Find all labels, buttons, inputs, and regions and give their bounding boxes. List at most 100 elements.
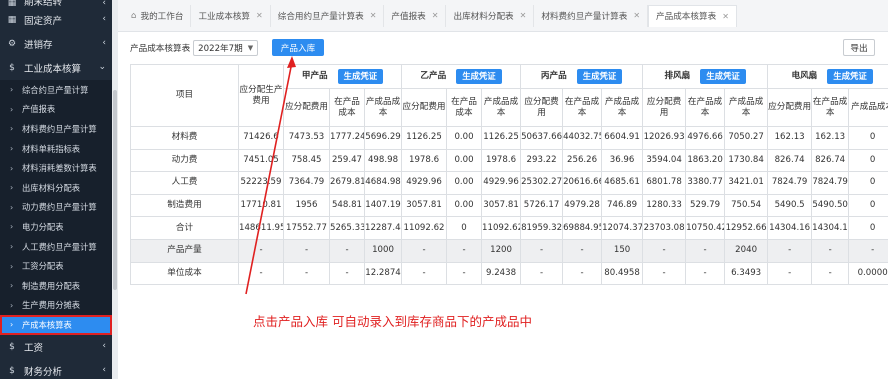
value-cell: 1777.24 <box>329 126 365 150</box>
value-cell: 0 <box>848 126 888 150</box>
close-icon[interactable]: ✕ <box>432 11 439 20</box>
value-cell: - <box>329 261 365 286</box>
sidebar-sub-item[interactable]: › 综合约旦产量计算 <box>0 80 112 100</box>
chevron-right-icon: › <box>10 183 14 193</box>
tab-combined-output[interactable]: 综合用约旦产量计算表 ✕ <box>271 4 385 27</box>
close-icon[interactable]: ✕ <box>370 11 377 20</box>
generate-voucher-button[interactable]: 生成凭证 <box>456 69 502 84</box>
sidebar-item-label: 固定资产 <box>24 16 63 27</box>
value-cell: 1978.6 <box>481 148 522 173</box>
item-header: 项目 <box>130 64 239 127</box>
sidebar-sub-item[interactable]: › 制造费用分配表 <box>0 275 112 296</box>
sub-header: 应分配费用 <box>283 88 330 127</box>
sidebar-item-inventory[interactable]: ⚙ 进销存 ‹ <box>0 32 112 56</box>
chevron-left-icon: ‹ <box>102 364 106 375</box>
sidebar-sub-item[interactable]: › 动力费约旦产量计算 <box>0 197 112 218</box>
close-icon[interactable]: ✕ <box>520 11 527 20</box>
value-cell: 6604.91 <box>601 126 644 150</box>
sidebar-item-label: 财务分析 <box>24 366 63 378</box>
sidebar-sub-item[interactable]: › 材料费约旦产量计算 <box>0 119 112 139</box>
group-header: 乙产品 生成凭证 <box>401 64 522 89</box>
table-row: 单位成本 - - -12.2874- -9.2438- -80.4958- -6.3493-… <box>130 261 888 286</box>
close-icon[interactable]: ✕ <box>256 11 263 20</box>
value-cell: 7050.27 <box>724 126 769 150</box>
generate-voucher-button[interactable]: 生成凭证 <box>576 69 623 84</box>
group-name: 丙产品 <box>540 71 567 81</box>
tab-material-output[interactable]: 材料费约旦产量计算表 ✕ <box>534 4 649 27</box>
alloc-cell: - <box>238 238 284 263</box>
value-cell: 23703.08 <box>642 216 687 240</box>
tab-workbench[interactable]: ⌂ 我的工作台 <box>124 4 192 27</box>
sidebar-item-fixed-assets[interactable]: ▦ 固定资产 ‹ <box>0 8 112 32</box>
cost-table-wrapper: 项目 应分配生产费用 甲产品 生成凭证 乙产品 生成凭证 丙产品 生成凭证 排风扇 生成… <box>130 64 888 286</box>
value-cell: 1000 <box>363 238 403 263</box>
group-name: 乙产品 <box>420 71 447 81</box>
chevron-right-icon: › <box>10 281 14 291</box>
period-label: 产品成本核算表 <box>130 44 191 54</box>
sidebar-sub-item[interactable]: › 产值报表 <box>0 99 112 120</box>
chevron-left-icon: ‹ <box>102 38 106 48</box>
chevron-down-icon: ▼ <box>247 44 254 52</box>
value-cell: 1956 <box>283 193 330 218</box>
value-cell: 1280.33 <box>642 193 687 218</box>
sidebar-item-industrial-cost[interactable]: $ 工业成本核算 ⌄ <box>0 56 112 80</box>
sidebar-sub-item[interactable]: › 材料消耗差数计算表 <box>0 158 112 178</box>
value-cell: 293.22 <box>520 148 564 173</box>
stock-in-button[interactable]: 产品入库 <box>272 39 324 56</box>
value-cell: 3594.04 <box>642 148 687 173</box>
sidebar-sub-item[interactable]: › 工资分配表 <box>0 256 112 276</box>
sidebar: ▦ 期末结转 ‹ ▦ 固定资产 ‹ ⚙ 进销存 ‹ $ 工业成本核算 ⌄ › 综合… <box>0 0 112 379</box>
alloc-cell: 7451.05 <box>238 148 284 173</box>
sidebar-sub-item[interactable]: › 人工费约旦产量计算 <box>0 236 112 257</box>
value-cell: 4976.66 <box>685 126 726 150</box>
value-cell: 1978.6 <box>401 148 448 173</box>
tab-bar: ⌂ 我的工作台 工业成本核算 ✕ 综合用约旦产量计算表 ✕ 产值报表 ✕ 出库材… <box>118 0 888 32</box>
tab-product-cost[interactable]: 产品成本核算表 ✕ <box>648 4 737 27</box>
tab-output-value[interactable]: 产值报表 ✕ <box>384 4 447 27</box>
table-body: 材料费 71426.6 7473.53 1777.24 5696.29 1126.25 0.… <box>130 126 888 286</box>
sidebar-sub-item[interactable]: › 出库材料分配表 <box>0 177 112 198</box>
chevron-right-icon: › <box>10 124 14 134</box>
value-cell: 11092.62 <box>481 216 522 240</box>
value-cell: 12074.37 <box>601 216 644 240</box>
value-cell: - <box>767 261 813 286</box>
value-cell: 3421.01 <box>724 171 769 195</box>
value-cell: 1407.19 <box>363 193 403 218</box>
sub-header: 产成品成本 <box>363 88 403 127</box>
tab-material-allocation[interactable]: 出库材料分配表 ✕ <box>446 4 535 27</box>
sidebar-scrollbar-thumb[interactable] <box>113 90 117 290</box>
toolbar: 产品成本核算表 2022年7期 ▼ <box>130 40 259 56</box>
value-cell: - <box>767 238 813 263</box>
row-name-cell: 动力费 <box>130 148 239 173</box>
sidebar-item-wages[interactable]: $ 工资 ‹ <box>0 335 112 359</box>
group-name: 甲产品 <box>301 71 328 81</box>
table-row: 制造费用 17710.81 1956 548.81 1407.19 3057.81 0.00… <box>130 193 888 218</box>
sidebar-sub-item-product-cost[interactable]: › 产成本核算表 <box>0 315 112 335</box>
row-name-cell: 合计 <box>130 216 239 240</box>
value-cell: 5265.33 <box>329 216 365 240</box>
table-row: 合计148611.9517552.775265.3312287.4411092.… <box>130 216 888 240</box>
value-cell: - <box>811 261 850 286</box>
value-cell: 548.81 <box>329 193 365 218</box>
period-select[interactable]: 2022年7期 ▼ <box>193 40 259 56</box>
generate-voucher-button[interactable]: 生成凭证 <box>827 69 873 84</box>
value-cell: - <box>446 261 483 286</box>
alloc-cell: 52223.59 <box>238 171 284 195</box>
close-icon[interactable]: ✕ <box>722 12 729 21</box>
sidebar-sub-item[interactable]: › 电力分配表 <box>0 217 112 237</box>
value-cell: 7824.79 <box>811 171 850 195</box>
generate-voucher-button[interactable]: 生成凭证 <box>700 69 746 84</box>
value-cell: 11092.62 <box>401 216 448 240</box>
sidebar-item-period-end[interactable]: ▦ 期末结转 ‹ <box>0 0 112 8</box>
sidebar-sub-item[interactable]: › 生产费用分摊表 <box>0 295 112 316</box>
value-cell: 69884.95 <box>562 216 603 240</box>
generate-voucher-button[interactable]: 生成凭证 <box>337 69 384 84</box>
value-cell: 50637.66 <box>520 126 564 150</box>
sidebar-sub-item[interactable]: › 材料单耗指标表 <box>0 138 112 159</box>
value-cell: 12026.93 <box>642 126 687 150</box>
export-button[interactable]: 导出 <box>843 39 875 56</box>
tab-industrial-cost[interactable]: 工业成本核算 ✕ <box>191 4 271 27</box>
value-cell: 0 <box>848 216 888 240</box>
sidebar-item-financial-analysis[interactable]: $ 财务分析 ‹ <box>0 359 112 379</box>
close-icon[interactable]: ✕ <box>633 11 640 20</box>
